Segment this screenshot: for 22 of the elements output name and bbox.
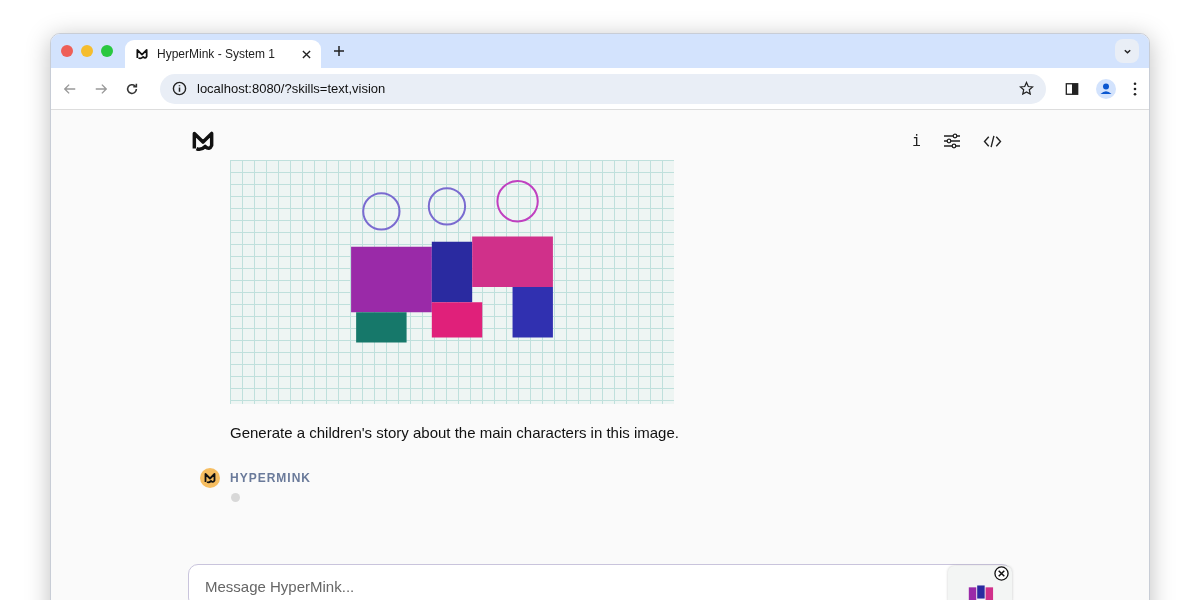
profile-icon[interactable] xyxy=(1096,78,1116,99)
side-panel-icon[interactable] xyxy=(1065,81,1079,96)
close-icon[interactable] xyxy=(302,49,311,59)
user-message: Generate a children's story about the main characters in this image. xyxy=(230,424,680,441)
back-icon[interactable] xyxy=(63,81,77,96)
forward-icon[interactable] xyxy=(94,81,108,96)
assistant-name: HYPERMINK xyxy=(230,471,311,485)
code-icon[interactable] xyxy=(983,133,1002,149)
address-bar[interactable]: localhost:8080/?skills=text,vision xyxy=(160,73,1046,104)
more-menu-icon[interactable] xyxy=(1133,81,1137,96)
typing-indicator-icon xyxy=(231,493,240,502)
info-button[interactable]: i xyxy=(911,132,921,150)
logo-icon xyxy=(135,47,149,61)
new-tab-icon[interactable] xyxy=(333,45,345,57)
settings-sliders-icon[interactable] xyxy=(943,133,961,149)
close-window-button[interactable] xyxy=(61,45,73,57)
browser-tab[interactable]: HyperMink - System 1 xyxy=(125,40,321,68)
bookmark-star-icon[interactable] xyxy=(1019,81,1034,96)
assistant-avatar-icon xyxy=(200,468,220,488)
reload-icon[interactable] xyxy=(125,81,139,96)
info-icon[interactable] xyxy=(172,81,187,96)
remove-image-icon[interactable] xyxy=(994,566,1009,581)
